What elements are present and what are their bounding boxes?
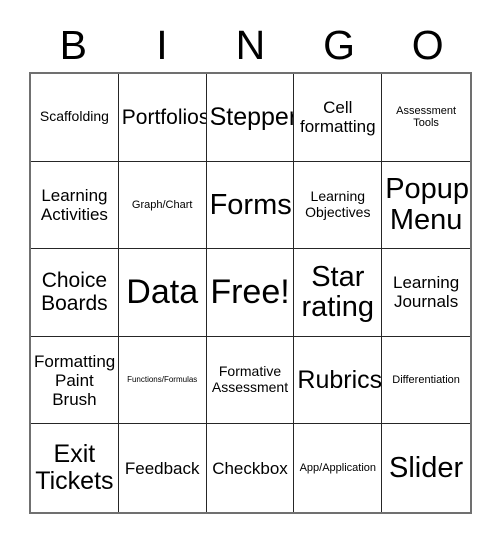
bingo-cell-label: Formative Assessment [211,363,289,396]
bingo-header-letter-n: N [235,21,266,68]
bingo-cell-label: Data [126,273,199,312]
bingo-cell-label: Scaffolding [39,108,109,125]
bingo-header-letter-g: G [323,21,356,68]
bingo-cell[interactable]: Learning Objectives [294,161,383,250]
bingo-card: B I N G O Scaffolding Portfolios Stepper Ce… [0,0,500,544]
bingo-cell[interactable]: Scaffolding [31,74,119,162]
bingo-cell-label: Choice Boards [41,269,108,316]
bingo-cell-label: Stepper [209,102,295,131]
bingo-free-space-cell[interactable]: Free! [206,249,295,337]
bingo-cell[interactable]: Star rating [294,249,383,337]
bingo-cell-label: Feedback [124,458,200,478]
bingo-cell-label: Learning Objectives [305,187,371,220]
bingo-cell[interactable]: Functions/Formulas [118,336,207,425]
bingo-cell[interactable]: Slider [382,424,470,512]
bingo-cell[interactable]: Exit Tickets [31,424,119,512]
bingo-cell[interactable]: Differentiation [382,336,470,425]
bingo-cell[interactable]: Checkbox [206,424,295,512]
bingo-cell-label: Assessment Tools [396,104,457,130]
bingo-cell-label: Learning Activities [40,185,108,224]
bingo-cell[interactable]: Feedback [118,424,207,512]
bingo-cell-label: Differentiation [392,373,460,386]
bingo-cell[interactable]: Formatting Paint Brush [31,336,119,425]
bingo-header-letter-o: O [411,21,444,68]
bingo-header-row: B I N G O [29,18,472,72]
bingo-cell[interactable]: Portfolios [118,74,207,162]
bingo-cell-label: Checkbox [212,458,288,478]
bingo-cell[interactable]: Learning Journals [382,249,470,337]
bingo-cell-label: Portfolios [121,105,207,129]
bingo-cell[interactable]: Stepper [206,74,295,162]
bingo-cell-label: Forms [209,188,292,221]
bingo-cell-label: Star rating [301,260,375,324]
bingo-cell-label: Cell formatting [299,98,376,137]
bingo-cell-label: Rubrics [297,365,383,394]
bingo-cell[interactable]: Popup Menu [382,161,470,250]
bingo-header-letter-i: I [156,21,168,68]
bingo-cell-label: Free! [210,273,290,312]
bingo-cell[interactable]: Rubrics [294,336,383,425]
bingo-cell[interactable]: Formative Assessment [206,336,295,425]
bingo-cell-label: Functions/Formulas [127,374,198,384]
bingo-cell[interactable]: Forms [206,161,295,250]
bingo-cell[interactable]: Graph/Chart [118,161,207,250]
bingo-grid: Scaffolding Portfolios Stepper Cell formatt… [29,72,472,514]
bingo-cell[interactable]: Data [118,249,207,337]
bingo-cell-label: Slider [389,451,464,484]
bingo-cell[interactable]: App/Application [294,424,383,512]
bingo-cell[interactable]: Cell formatting [294,74,383,162]
bingo-cell-label: Popup Menu [385,173,470,236]
bingo-cell-label: Exit Tickets [35,440,114,496]
bingo-cell[interactable]: Assessment Tools [382,74,470,162]
bingo-cell-label: Learning Journals [393,273,460,312]
bingo-cell-label: Formatting Paint Brush [34,351,116,409]
bingo-cell-label: App/Application [299,462,377,475]
bingo-cell[interactable]: Learning Activities [31,161,119,250]
bingo-cell-label: Graph/Chart [131,198,193,211]
bingo-cell[interactable]: Choice Boards [31,249,119,337]
bingo-header-letter-b: B [59,21,87,68]
